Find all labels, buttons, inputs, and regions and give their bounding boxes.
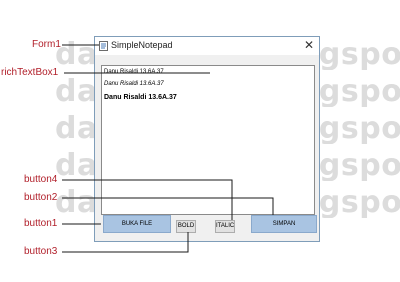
- button4-callout: button4: [24, 174, 58, 185]
- button3-line: [62, 232, 189, 253]
- button3-callout: button3: [24, 246, 58, 257]
- button2-line: [62, 197, 274, 215]
- button4-line: [62, 179, 233, 220]
- button1-callout: button1: [24, 218, 58, 229]
- richtextbox1-callout: richTextBox1: [1, 67, 59, 78]
- form1-callout: Form1: [32, 39, 61, 50]
- button2-callout: button2: [24, 192, 58, 203]
